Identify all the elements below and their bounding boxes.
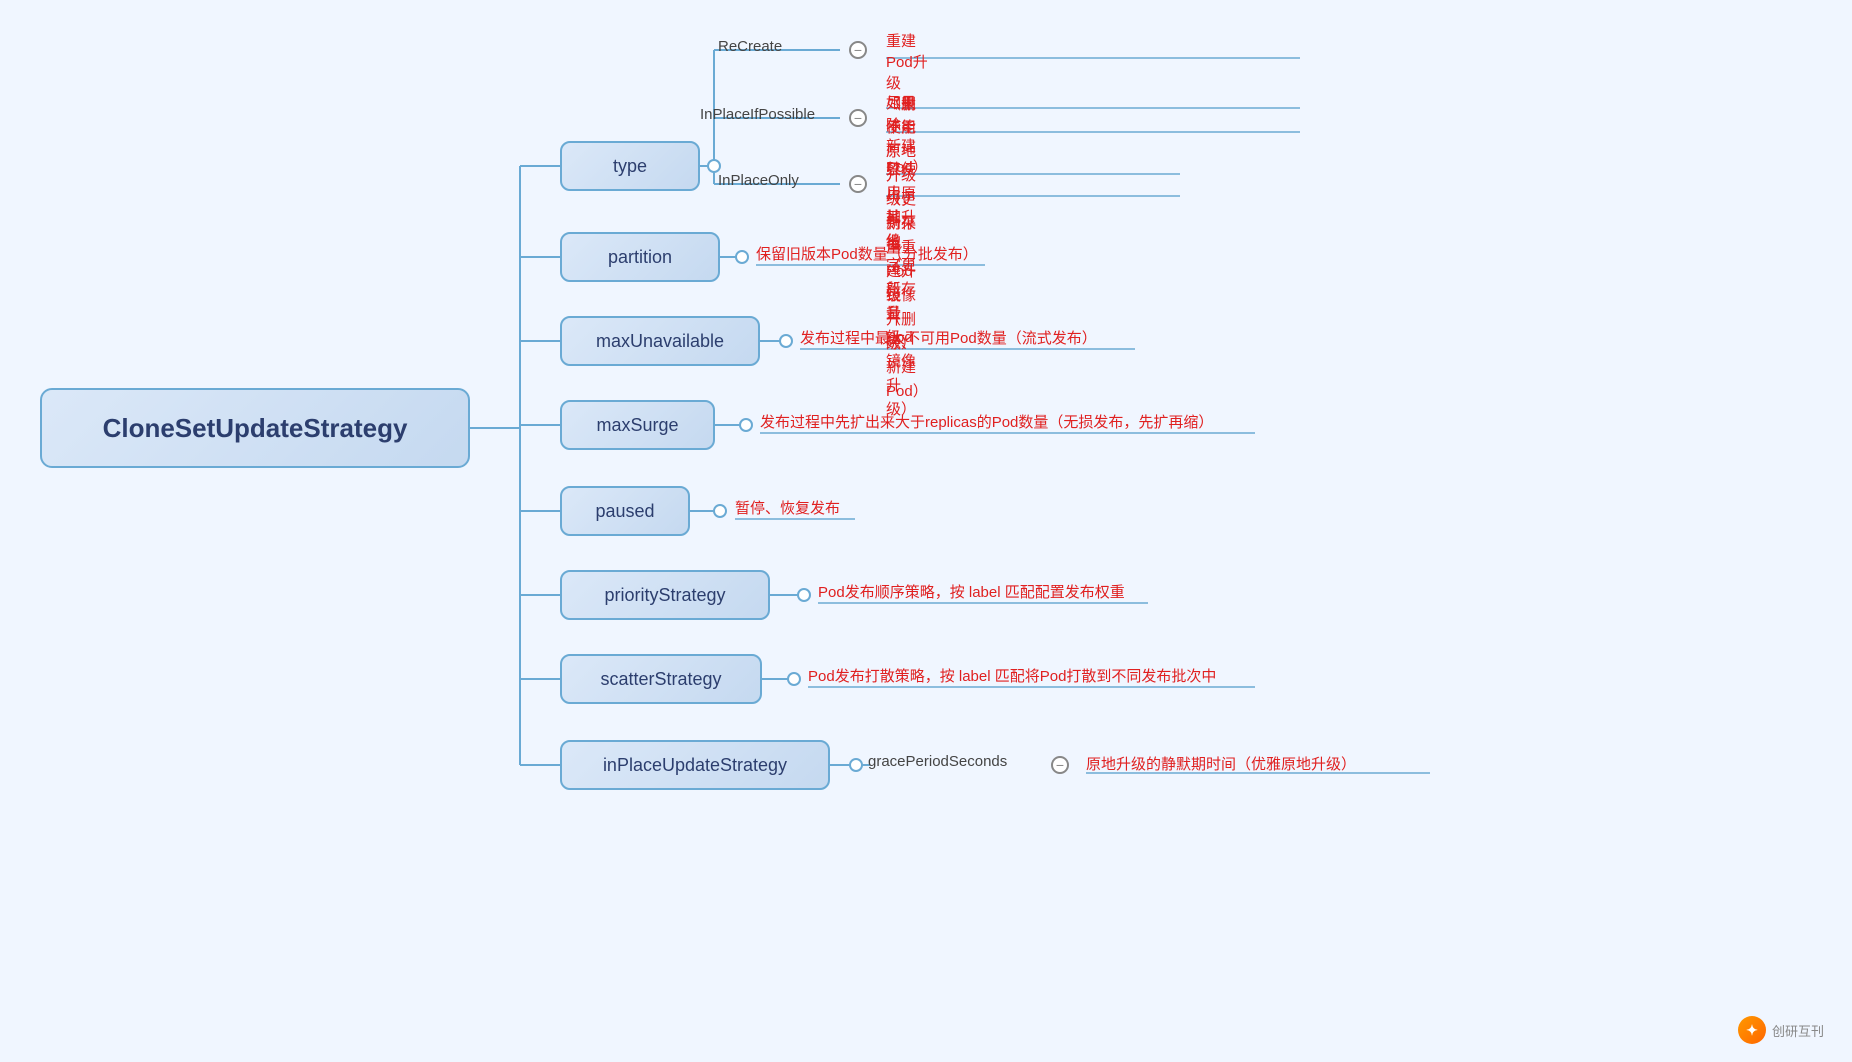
- node-prioritystrategy: priorityStrategy: [560, 570, 770, 620]
- node-inplaceupdatestrategy: inPlaceUpdateStrategy: [560, 740, 830, 790]
- watermark-icon: ✦: [1738, 1016, 1766, 1044]
- paused-connector: [713, 504, 727, 518]
- root-node: CloneSetUpdateStrategy: [40, 388, 470, 468]
- partition-connector: [735, 250, 749, 264]
- node-partition-label: partition: [608, 247, 672, 268]
- node-partition: partition: [560, 232, 720, 282]
- node-type: type: [560, 141, 700, 191]
- inplaceifpossible-minus: −: [849, 109, 867, 127]
- watermark: ✦ 创研互刊: [1738, 1016, 1824, 1044]
- partition-annotation: 保留旧版本Pod数量（分批发布）: [756, 243, 978, 264]
- watermark-text: 创研互刊: [1772, 1021, 1824, 1040]
- scatterstrategy-annotation: Pod发布打散策略，按 label 匹配将Pod打散到不同发布批次中: [808, 665, 1216, 686]
- node-scatterstrategy-label: scatterStrategy: [600, 669, 721, 690]
- maxsurge-connector: [739, 418, 753, 432]
- recreate-minus: −: [849, 41, 867, 59]
- node-inplaceupdatestrategy-label: inPlaceUpdateStrategy: [603, 755, 787, 776]
- node-type-label: type: [613, 156, 647, 177]
- node-scatterstrategy: scatterStrategy: [560, 654, 762, 704]
- inplaceonly-label: InPlaceOnly: [718, 172, 799, 189]
- maxunavailable-connector: [779, 334, 793, 348]
- node-paused-label: paused: [595, 501, 654, 522]
- inplaceifpossible-label: InPlaceIfPossible: [700, 106, 815, 123]
- root-label: CloneSetUpdateStrategy: [103, 413, 408, 444]
- inplaceupdatestrategy-connector: [849, 758, 863, 772]
- type-connector: [707, 159, 721, 173]
- graceperiodseconds-annotation: 原地升级的静默期时间（优雅原地升级）: [1086, 753, 1356, 774]
- node-maxsurge-label: maxSurge: [596, 415, 678, 436]
- maxsurge-annotation: 发布过程中先扩出来大于replicas的Pod数量（无损发布，先扩再缩）: [760, 411, 1213, 432]
- node-paused: paused: [560, 486, 690, 536]
- node-maxunavailable-label: maxUnavailable: [596, 331, 724, 352]
- paused-annotation: 暂停、恢复发布: [735, 497, 840, 518]
- recreate-label: ReCreate: [718, 38, 782, 55]
- node-maxunavailable: maxUnavailable: [560, 316, 760, 366]
- scatterstrategy-connector: [787, 672, 801, 686]
- graceperiodseconds-label: gracePeriodSeconds: [868, 753, 1007, 770]
- prioritystrategy-annotation: Pod发布顺序策略，按 label 匹配配置发布权重: [818, 581, 1125, 602]
- maxunavailable-annotation: 发布过程中最大不可用Pod数量（流式发布）: [800, 327, 1097, 348]
- node-prioritystrategy-label: priorityStrategy: [604, 585, 725, 606]
- graceperiodseconds-minus: −: [1051, 756, 1069, 774]
- node-maxsurge: maxSurge: [560, 400, 715, 450]
- prioritystrategy-connector: [797, 588, 811, 602]
- inplaceonly-minus: −: [849, 175, 867, 193]
- diagram-container: CloneSetUpdateStrategy type ReCreate − 重…: [0, 0, 1852, 1062]
